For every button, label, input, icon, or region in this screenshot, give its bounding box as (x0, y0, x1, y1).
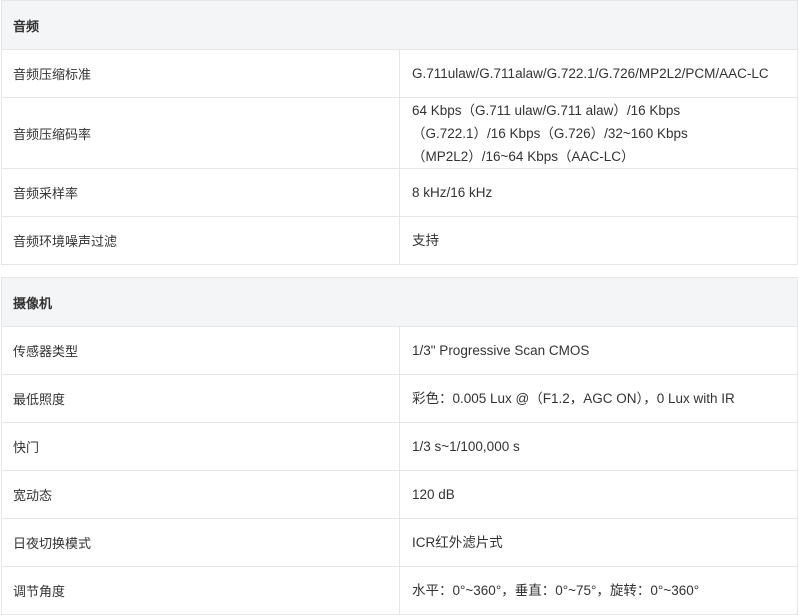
spec-label: 音频环境噪声过滤 (1, 216, 400, 265)
spec-value: G.711ulaw/G.711alaw/G.722.1/G.726/MP2L2/… (399, 49, 798, 98)
spec-value: 120 dB (399, 470, 798, 519)
section-divider (0, 265, 799, 277)
camera-section-title: 摄像机 (1, 277, 798, 327)
spec-value: 彩色：0.005 Lux @（F1.2，AGC ON），0 Lux with I… (399, 374, 798, 423)
table-row: 音频压缩标准 G.711ulaw/G.711alaw/G.722.1/G.726… (1, 49, 798, 98)
spec-label: 宽动态 (1, 470, 400, 519)
spec-label: 传感器类型 (1, 326, 400, 375)
camera-spec-table: 摄像机 传感器类型 1/3" Progressive Scan CMOS 最低照… (1, 277, 798, 615)
audio-section-title: 音频 (1, 0, 798, 50)
spec-label: 快门 (1, 422, 400, 471)
spec-value: 1/3 s~1/100,000 s (399, 422, 798, 471)
table-row: 最低照度 彩色：0.005 Lux @（F1.2，AGC ON），0 Lux w… (1, 374, 798, 423)
table-row: 音频环境噪声过滤 支持 (1, 216, 798, 265)
table-row: 日夜切换模式 ICR红外滤片式 (1, 518, 798, 567)
audio-spec-table: 音频 音频压缩标准 G.711ulaw/G.711alaw/G.722.1/G.… (1, 0, 798, 265)
spec-label: 日夜切换模式 (1, 518, 400, 567)
audio-section-header: 音频 (1, 0, 798, 50)
camera-section-header: 摄像机 (1, 277, 798, 327)
table-row: 音频采样率 8 kHz/16 kHz (1, 168, 798, 217)
spec-value: 1/3" Progressive Scan CMOS (399, 326, 798, 375)
table-row: 调节角度 水平：0°~360°，垂直：0°~75°，旋转：0°~360° (1, 566, 798, 615)
spec-value: 64 Kbps（G.711 ulaw/G.711 alaw）/16 Kbps（G… (399, 97, 798, 169)
spec-label: 音频压缩码率 (1, 97, 400, 169)
spec-label: 调节角度 (1, 566, 400, 615)
spec-label: 音频压缩标准 (1, 49, 400, 98)
table-row: 快门 1/3 s~1/100,000 s (1, 422, 798, 471)
table-row: 音频压缩码率 64 Kbps（G.711 ulaw/G.711 alaw）/16… (1, 97, 798, 169)
spec-value: 支持 (399, 216, 798, 265)
spec-label: 音频采样率 (1, 168, 400, 217)
spec-value: ICR红外滤片式 (399, 518, 798, 567)
table-row: 传感器类型 1/3" Progressive Scan CMOS (1, 326, 798, 375)
spec-label: 最低照度 (1, 374, 400, 423)
table-row: 宽动态 120 dB (1, 470, 798, 519)
spec-value: 水平：0°~360°，垂直：0°~75°，旋转：0°~360° (399, 566, 798, 615)
spec-value: 8 kHz/16 kHz (399, 168, 798, 217)
